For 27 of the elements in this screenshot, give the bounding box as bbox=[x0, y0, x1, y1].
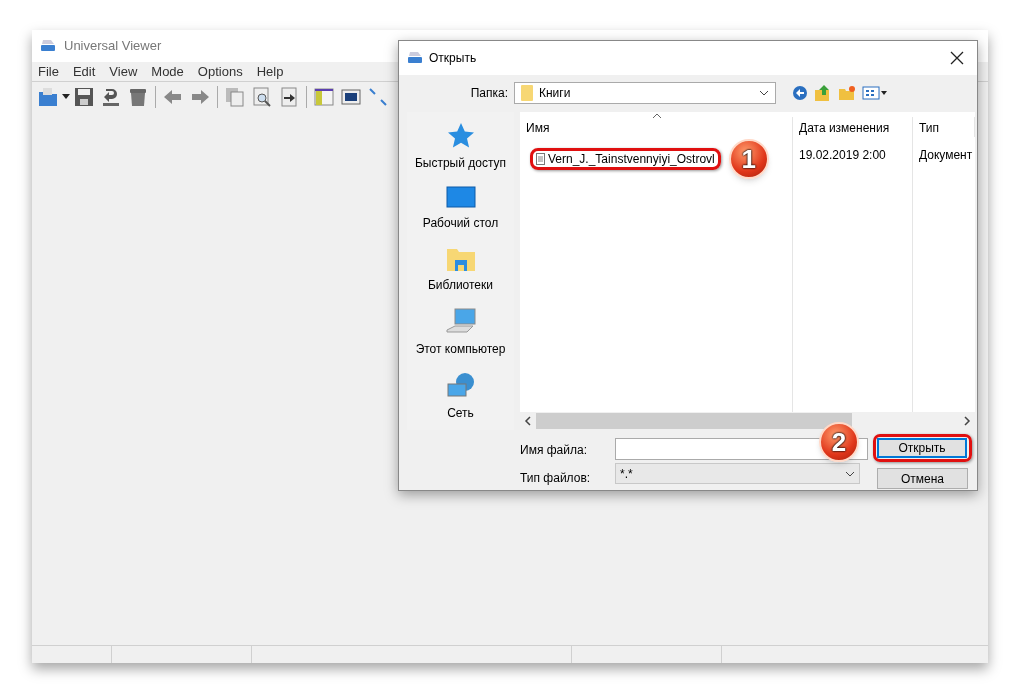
column-header[interactable]: Имя bbox=[520, 117, 793, 137]
column-header[interactable]: Дата изменения bbox=[793, 117, 913, 137]
date-cell-text: 19.02.2019 2:00 bbox=[798, 147, 887, 164]
dialog-title: Открыть bbox=[429, 50, 478, 67]
open-button[interactable]: Открыть bbox=[877, 438, 967, 458]
window-title: Universal Viewer bbox=[64, 37, 162, 56]
folder-label: Папка: bbox=[469, 85, 509, 102]
menu-item[interactable]: Mode bbox=[151, 61, 184, 82]
type-cell-text: Документ bbox=[918, 147, 974, 164]
column-header[interactable]: Тип bbox=[913, 117, 975, 137]
cancel-button[interactable]: Отмена bbox=[877, 468, 968, 489]
menu-item[interactable]: File bbox=[38, 61, 59, 82]
file-type-label: Тип файлов: bbox=[520, 470, 592, 487]
place-item[interactable]: Сеть bbox=[407, 372, 514, 422]
file-name-label: Имя файла: bbox=[520, 442, 588, 459]
place-item[interactable]: Рабочий стол bbox=[407, 186, 514, 232]
place-item[interactable]: Библиотеки bbox=[407, 246, 514, 294]
file-row[interactable]: Vern_J._Tainstvennyiyi_Ostrovl bbox=[530, 148, 721, 170]
menu-item[interactable]: Help bbox=[256, 61, 284, 82]
file-type-dropdown[interactable]: *.* bbox=[615, 463, 860, 484]
menu-item[interactable]: View bbox=[109, 61, 138, 82]
menu-item[interactable]: Edit bbox=[72, 61, 96, 82]
menu-item[interactable]: Options bbox=[197, 61, 243, 82]
place-item[interactable]: Быстрый доступ bbox=[407, 122, 514, 172]
step-badge: 1 bbox=[728, 139, 769, 179]
place-item[interactable]: Этот компьютер bbox=[407, 308, 514, 358]
folder-dropdown[interactable]: Книги bbox=[514, 82, 776, 104]
